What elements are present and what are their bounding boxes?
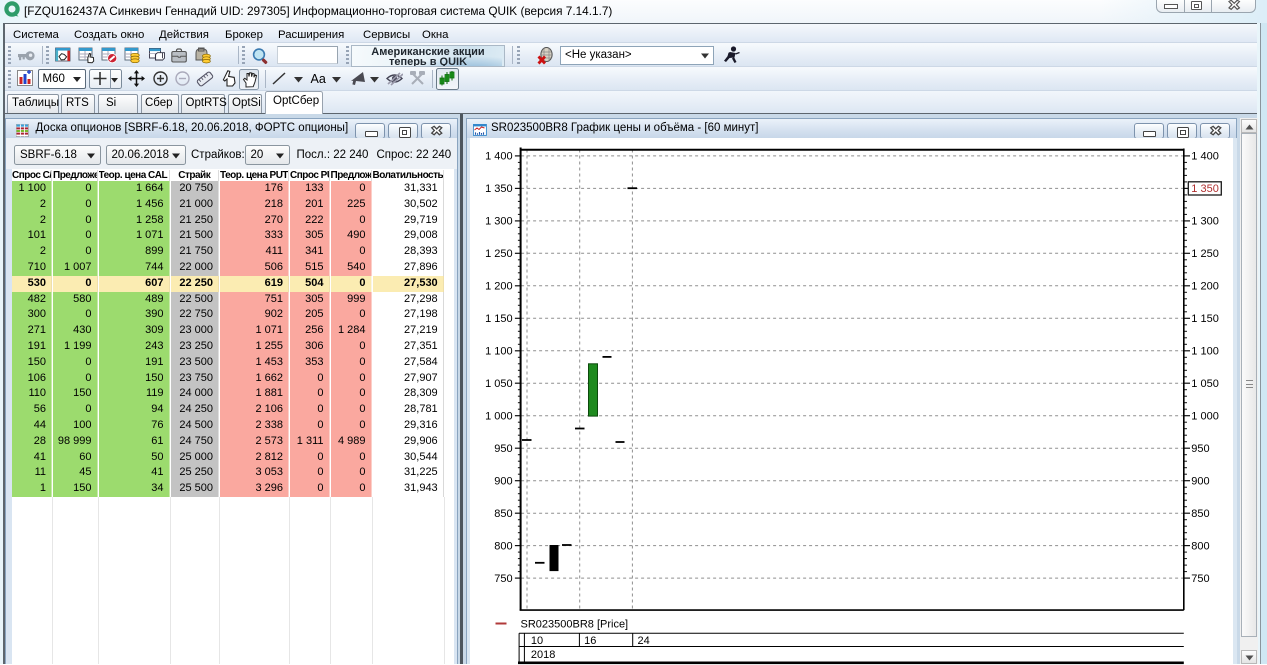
svg-text:1 000: 1 000 — [1191, 410, 1219, 422]
svg-text:950: 950 — [1191, 443, 1209, 455]
svg-text:1 100: 1 100 — [1191, 345, 1219, 357]
svg-text:1 150: 1 150 — [485, 313, 513, 325]
svg-text:1 400: 1 400 — [1191, 150, 1219, 162]
svg-text:16: 16 — [584, 634, 596, 646]
svg-text:1 250: 1 250 — [485, 248, 513, 260]
svg-text:1 100: 1 100 — [485, 345, 513, 357]
svg-text:1 200: 1 200 — [1191, 280, 1219, 292]
svg-text:1 050: 1 050 — [485, 378, 513, 390]
svg-text:800: 800 — [494, 540, 512, 552]
svg-text:800: 800 — [1191, 540, 1209, 552]
svg-text:750: 750 — [1191, 572, 1209, 584]
svg-text:2018: 2018 — [530, 648, 554, 660]
svg-text:1 350: 1 350 — [485, 183, 513, 195]
svg-text:900: 900 — [494, 475, 512, 487]
svg-text:SR023500BR8 [Price]: SR023500BR8 [Price] — [520, 618, 628, 630]
svg-text:10: 10 — [530, 634, 542, 646]
svg-text:1 400: 1 400 — [485, 150, 513, 162]
svg-text:750: 750 — [494, 572, 512, 584]
svg-text:950: 950 — [494, 443, 512, 455]
svg-text:1 250: 1 250 — [1191, 248, 1219, 260]
svg-text:1 200: 1 200 — [485, 280, 513, 292]
svg-text:850: 850 — [494, 508, 512, 520]
svg-text:900: 900 — [1191, 475, 1209, 487]
svg-text:1 150: 1 150 — [1191, 313, 1219, 325]
svg-text:24: 24 — [637, 634, 649, 646]
svg-text:850: 850 — [1191, 508, 1209, 520]
svg-text:1 300: 1 300 — [485, 215, 513, 227]
svg-text:1 050: 1 050 — [1191, 378, 1219, 390]
svg-text:1 000: 1 000 — [485, 410, 513, 422]
svg-text:1 300: 1 300 — [1191, 215, 1219, 227]
svg-text:1 350: 1 350 — [1191, 183, 1219, 195]
